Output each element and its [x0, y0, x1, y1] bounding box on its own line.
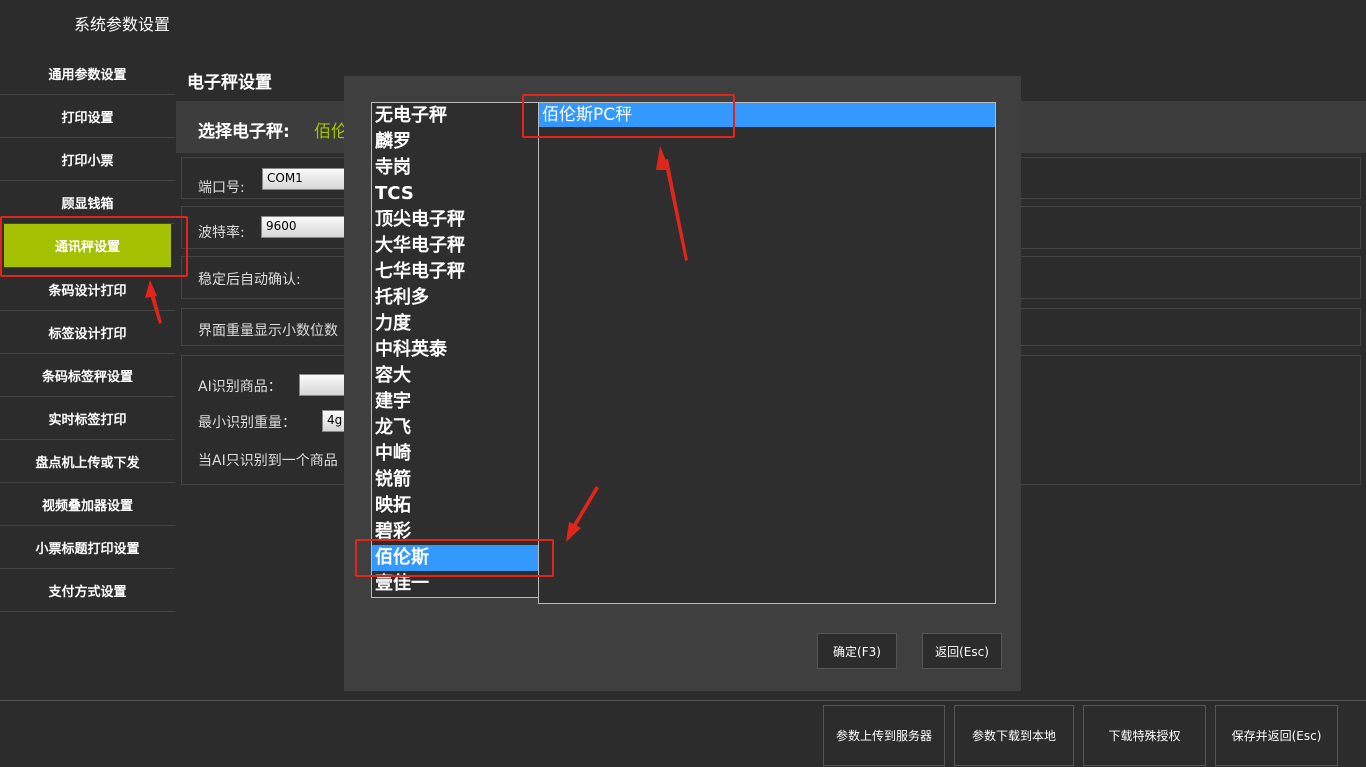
sidebar-item-scale-comm[interactable]: 通讯秤设置	[4, 224, 171, 268]
brand-item[interactable]: 大华电子秤	[372, 233, 540, 259]
scale-select-label: 选择电子秤:	[198, 122, 290, 142]
brand-item[interactable]: 锐箭	[372, 467, 540, 493]
sidebar-item-receipt[interactable]: 打印小票	[0, 138, 175, 181]
port-label: 端口号:	[198, 180, 245, 196]
sidebar-item-label-design[interactable]: 标签设计打印	[0, 311, 175, 354]
brand-item[interactable]: 寺岗	[372, 155, 540, 181]
download-params-button[interactable]: 参数下载到本地	[954, 705, 1074, 766]
brand-item[interactable]: 龙飞	[372, 415, 540, 441]
brand-item[interactable]: 壹佳一	[372, 571, 540, 597]
page-title: 电子秤设置	[187, 73, 272, 93]
brand-item[interactable]: 中崎	[372, 441, 540, 467]
sidebar-item-print[interactable]: 打印设置	[0, 95, 175, 138]
sidebar-item-display-cashbox[interactable]: 顾显钱箱	[0, 181, 175, 224]
brand-item[interactable]: 顶尖电子秤	[372, 207, 540, 233]
brand-item[interactable]: 麟罗	[372, 129, 540, 155]
brand-list[interactable]: 无电子秤 麟罗 寺岗 TCS 顶尖电子秤 大华电子秤 七华电子秤 托利多 力度 …	[371, 102, 541, 598]
sidebar: 通用参数设置 打印设置 打印小票 顾显钱箱 通讯秤设置 条码设计打印 标签设计打…	[0, 52, 175, 612]
sidebar-item-inventory-device[interactable]: 盘点机上传或下发	[0, 440, 175, 483]
model-list[interactable]: 佰伦斯PC秤	[538, 102, 996, 604]
scale-select-value[interactable]: 佰伦	[314, 117, 348, 142]
scale-brand-dialog: 无电子秤 麟罗 寺岗 TCS 顶尖电子秤 大华电子秤 七华电子秤 托利多 力度 …	[344, 76, 1021, 691]
save-return-button[interactable]: 保存并返回(Esc)	[1215, 705, 1338, 766]
port-select[interactable]: COM1	[262, 168, 352, 190]
sidebar-item-payment[interactable]: 支付方式设置	[0, 569, 175, 612]
upload-params-button[interactable]: 参数上传到服务器	[823, 705, 945, 766]
brand-item[interactable]: 七华电子秤	[372, 259, 540, 285]
download-license-button[interactable]: 下载特殊授权	[1083, 705, 1206, 766]
decimal-places-label: 界面重量显示小数位数	[198, 323, 338, 339]
brand-item[interactable]: 映拓	[372, 493, 540, 519]
window-title: 系统参数设置	[74, 15, 171, 34]
baud-label: 波特率:	[198, 225, 245, 241]
min-weight-label: 最小识别重量：	[198, 415, 296, 431]
ai-recognize-select[interactable]	[299, 374, 349, 396]
brand-item[interactable]: 中科英泰	[372, 337, 540, 363]
brand-item[interactable]: 无电子秤	[372, 103, 540, 129]
ai-single-note: 当AI只识别到一个商品	[198, 453, 338, 469]
ok-button[interactable]: 确定(F3)	[817, 633, 897, 669]
sidebar-item-general[interactable]: 通用参数设置	[0, 52, 175, 95]
brand-item[interactable]: 建宇	[372, 389, 540, 415]
stable-confirm-label: 稳定后自动确认:	[198, 272, 301, 288]
ai-recognize-label: AI识别商品：	[198, 379, 282, 395]
brand-item[interactable]: 托利多	[372, 285, 540, 311]
model-item-selected[interactable]: 佰伦斯PC秤	[539, 103, 995, 127]
brand-item[interactable]: TCS	[372, 181, 540, 207]
sidebar-item-realtime-label[interactable]: 实时标签打印	[0, 397, 175, 440]
sidebar-item-barcode-design[interactable]: 条码设计打印	[0, 268, 175, 311]
sidebar-item-receipt-title[interactable]: 小票标题打印设置	[0, 526, 175, 569]
bottom-toolbar: 参数上传到服务器 参数下载到本地 下载特殊授权 保存并返回(Esc)	[0, 700, 1366, 767]
brand-item[interactable]: 碧彩	[372, 519, 540, 545]
back-button[interactable]: 返回(Esc)	[922, 633, 1002, 669]
sidebar-item-video-overlay[interactable]: 视频叠加器设置	[0, 483, 175, 526]
brand-item-selected[interactable]: 佰伦斯	[372, 545, 540, 571]
baud-select[interactable]: 9600	[261, 216, 351, 238]
sidebar-item-barcode-scale[interactable]: 条码标签秤设置	[0, 354, 175, 397]
brand-item[interactable]: 力度	[372, 311, 540, 337]
brand-item[interactable]: 容大	[372, 363, 540, 389]
